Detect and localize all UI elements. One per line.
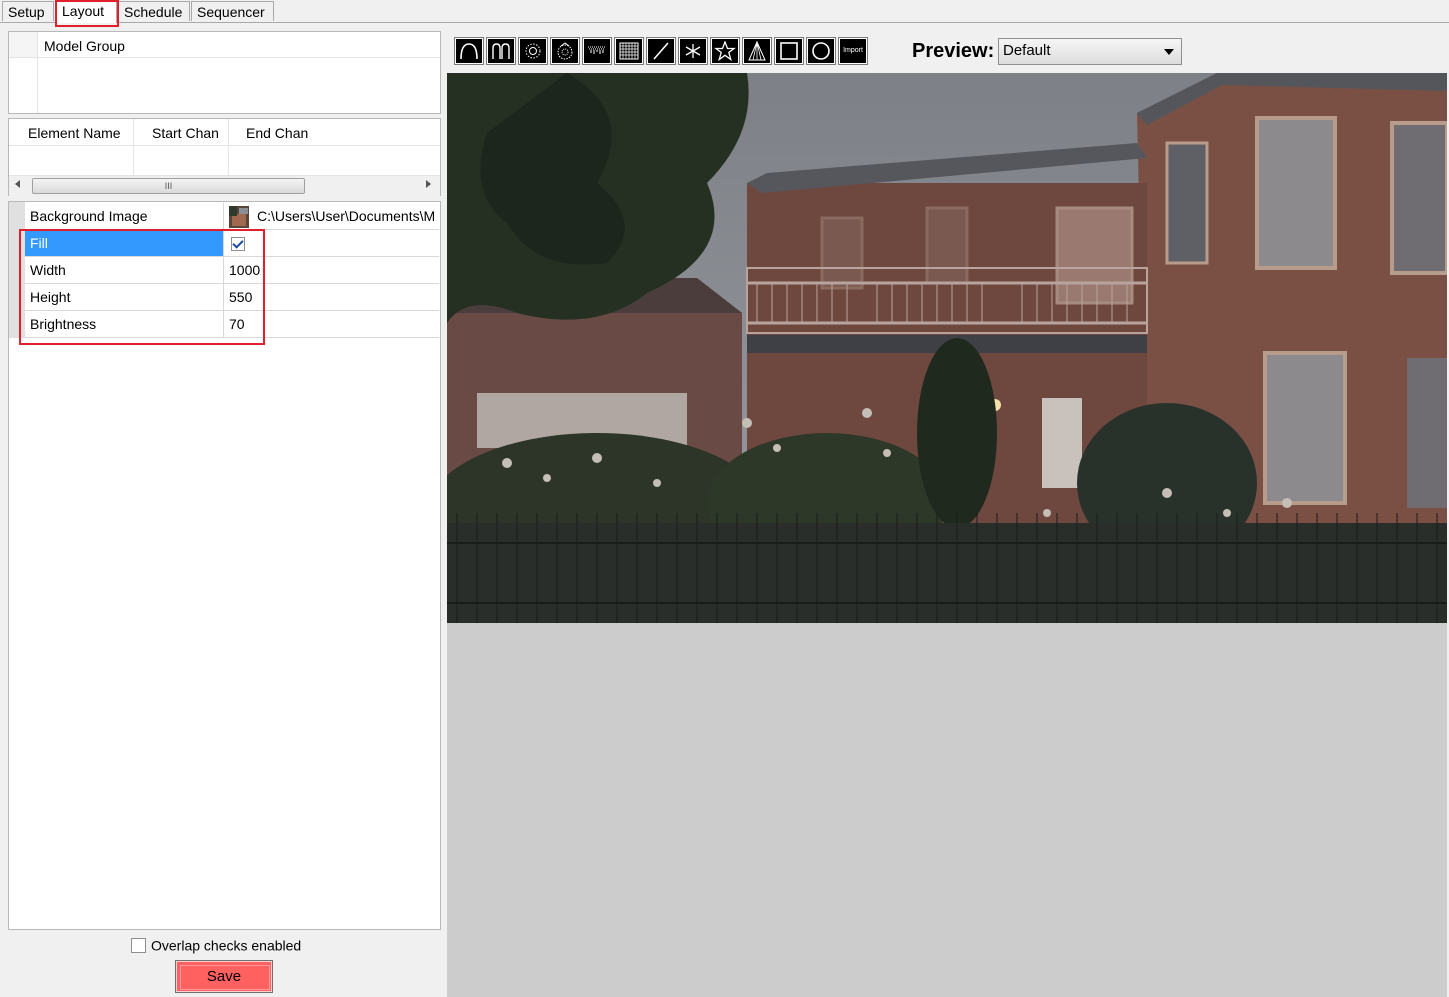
property-name: Width [25, 257, 224, 283]
spinner-icon[interactable] [518, 37, 548, 65]
property-name: Height [25, 284, 224, 310]
scroll-right-icon[interactable] [426, 180, 431, 188]
column-end-chan[interactable]: End Chan [246, 121, 308, 145]
horizontal-scrollbar[interactable]: III [9, 175, 440, 196]
column-start-chan[interactable]: Start Chan [152, 121, 219, 145]
tab-layout[interactable]: Layout [56, 0, 117, 23]
property-grid-gutter [9, 202, 25, 338]
chevron-down-icon [1164, 49, 1174, 55]
property-row-brightness[interactable]: Brightness 70 [25, 311, 439, 338]
tab-setup[interactable]: Setup [2, 1, 54, 21]
preview-selected-value: Default [1003, 42, 1051, 59]
overlap-checks-option[interactable]: Overlap checks enabled [131, 935, 301, 953]
star-burst-icon[interactable] [678, 37, 708, 65]
overlap-checkbox[interactable] [131, 937, 146, 953]
import-icon[interactable]: Import [838, 37, 868, 65]
tree-icon[interactable] [742, 37, 772, 65]
icicles-icon[interactable] [582, 37, 612, 65]
preview-select[interactable]: Default [998, 38, 1182, 65]
wreath-icon[interactable] [550, 37, 580, 65]
width-value[interactable]: 1000 [225, 257, 439, 283]
property-name: Fill [25, 230, 224, 256]
preview-label: Preview: [912, 40, 995, 62]
arch-icon[interactable] [454, 37, 484, 65]
preview-canvas[interactable] [447, 73, 1447, 997]
candy-cane-icon[interactable] [486, 37, 516, 65]
single-line-icon[interactable] [646, 37, 676, 65]
save-button[interactable]: Save [175, 960, 273, 993]
image-thumbnail-icon [229, 206, 249, 229]
overlap-label: Overlap checks enabled [151, 937, 302, 954]
house-background-image [447, 73, 1447, 623]
scroll-thumb[interactable]: III [32, 178, 305, 194]
row-header-cell [9, 32, 37, 57]
circle-icon[interactable] [806, 37, 836, 65]
tab-schedule[interactable]: Schedule [118, 1, 190, 21]
property-row-width[interactable]: Width 1000 [25, 257, 439, 284]
scroll-left-icon[interactable] [15, 180, 20, 188]
tab-bar: Setup Layout Schedule Sequencer [0, 0, 1449, 23]
property-name: Background Image [25, 203, 224, 229]
elements-table[interactable]: Element Name Start Chan End Chan III [8, 118, 441, 196]
model-group-header[interactable]: Model Group [44, 34, 125, 58]
matrix-icon[interactable] [614, 37, 644, 65]
property-name: Brightness [25, 311, 224, 337]
property-row-height[interactable]: Height 550 [25, 284, 439, 311]
property-row-fill[interactable]: Fill [25, 230, 439, 257]
window-frame-icon[interactable] [774, 37, 804, 65]
star-icon[interactable] [710, 37, 740, 65]
save-label: Save [206, 968, 242, 985]
property-value[interactable] [225, 230, 439, 256]
tab-sequencer[interactable]: Sequencer [191, 1, 274, 21]
height-value[interactable]: 550 [225, 284, 439, 310]
brightness-value[interactable]: 70 [225, 311, 439, 337]
import-label: Import [843, 47, 863, 54]
model-group-list[interactable]: Model Group [8, 31, 441, 114]
property-value[interactable]: C:\Users\User\Documents\M [225, 203, 439, 229]
property-row-background-image[interactable]: Background Image C:\Users\User\Documents… [25, 203, 439, 230]
fill-checkbox[interactable] [231, 237, 245, 252]
column-element-name[interactable]: Element Name [28, 121, 121, 145]
background-image-path: C:\Users\User\Documents\M [257, 208, 436, 224]
